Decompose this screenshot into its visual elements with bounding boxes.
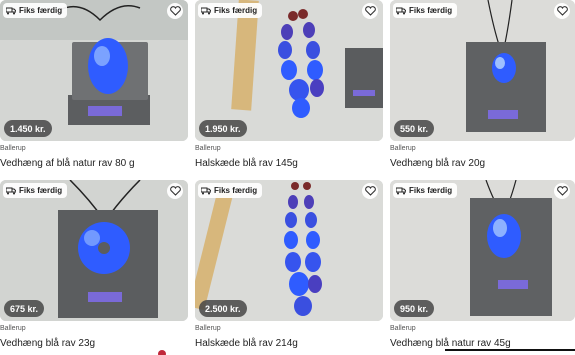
fiks-faerdig-badge: Fiks færdig <box>393 183 458 198</box>
listing-title[interactable]: Vedhæng blå natur rav 45g <box>390 338 575 349</box>
listing-title[interactable]: Vedhæng af blå natur rav 80 g <box>0 158 188 169</box>
badge-label: Fiks færdig <box>214 6 258 15</box>
listing-location: Ballerup <box>390 325 416 332</box>
heart-icon <box>364 6 376 16</box>
price-tag: 550 kr. <box>394 120 435 137</box>
heart-icon <box>556 6 568 16</box>
badge-label: Fiks færdig <box>19 186 63 195</box>
listing-photo[interactable]: Fiks færdig 550 kr. <box>390 0 575 141</box>
heart-icon <box>169 186 181 196</box>
notification-dot <box>158 350 166 355</box>
listing-title[interactable]: Vedhæng blå rav 20g <box>390 158 575 169</box>
listing-title[interactable]: Vedhæng blå rav 23g <box>0 338 188 349</box>
badge-label: Fiks færdig <box>409 6 453 15</box>
listing-card[interactable]: Fiks færdig 1.450 kr. Ballerup Vedhæng a… <box>0 0 188 169</box>
listing-title[interactable]: Halskæde blå rav 214g <box>195 338 383 349</box>
listing-card[interactable]: Fiks færdig 675 kr. Ballerup Vedhæng blå… <box>0 180 188 349</box>
listing-photo[interactable]: Fiks færdig 1.950 kr. <box>195 0 383 141</box>
listing-photo[interactable]: Fiks færdig 950 kr. <box>390 180 575 321</box>
listing-photo[interactable]: Fiks færdig 1.450 kr. <box>0 0 188 141</box>
truck-icon <box>201 7 211 14</box>
price-tag: 1.450 kr. <box>4 120 52 137</box>
listing-grid: Fiks færdig 1.450 kr. Ballerup Vedhæng a… <box>0 0 575 355</box>
listing-title[interactable]: Halskæde blå rav 145g <box>195 158 383 169</box>
price-tag: 2.500 kr. <box>199 300 247 317</box>
heart-icon <box>556 186 568 196</box>
fiks-faerdig-badge: Fiks færdig <box>393 3 458 18</box>
listing-photo[interactable]: Fiks færdig 2.500 kr. <box>195 180 383 321</box>
truck-icon <box>396 7 406 14</box>
badge-label: Fiks færdig <box>19 6 63 15</box>
badge-label: Fiks færdig <box>214 186 258 195</box>
listing-location: Ballerup <box>195 325 221 332</box>
listing-photo[interactable]: Fiks færdig 675 kr. <box>0 180 188 321</box>
favorite-button[interactable] <box>362 3 378 19</box>
listing-card[interactable]: Fiks færdig 950 kr. Ballerup Vedhæng blå… <box>390 180 575 349</box>
listing-card[interactable]: Fiks færdig 1.950 kr. Ballerup Halskæde … <box>195 0 383 169</box>
truck-icon <box>201 187 211 194</box>
price-tag: 950 kr. <box>394 300 435 317</box>
favorite-button[interactable] <box>554 3 570 19</box>
listing-location: Ballerup <box>390 145 416 152</box>
listing-card[interactable]: Fiks færdig 550 kr. Ballerup Vedhæng blå… <box>390 0 575 169</box>
truck-icon <box>6 187 16 194</box>
fiks-faerdig-badge: Fiks færdig <box>198 183 263 198</box>
heart-icon <box>169 6 181 16</box>
listing-location: Ballerup <box>0 325 26 332</box>
badge-label: Fiks færdig <box>409 186 453 195</box>
favorite-button[interactable] <box>362 183 378 199</box>
truck-icon <box>396 187 406 194</box>
fiks-faerdig-badge: Fiks færdig <box>3 183 68 198</box>
scroll-indicator <box>445 349 575 351</box>
favorite-button[interactable] <box>167 183 183 199</box>
listing-card[interactable]: Fiks færdig 2.500 kr. Ballerup Halskæde … <box>195 180 383 349</box>
truck-icon <box>6 7 16 14</box>
fiks-faerdig-badge: Fiks færdig <box>3 3 68 18</box>
favorite-button[interactable] <box>554 183 570 199</box>
listing-location: Ballerup <box>0 145 26 152</box>
favorite-button[interactable] <box>167 3 183 19</box>
price-tag: 1.950 kr. <box>199 120 247 137</box>
price-tag: 675 kr. <box>4 300 45 317</box>
listing-location: Ballerup <box>195 145 221 152</box>
fiks-faerdig-badge: Fiks færdig <box>198 3 263 18</box>
heart-icon <box>364 186 376 196</box>
